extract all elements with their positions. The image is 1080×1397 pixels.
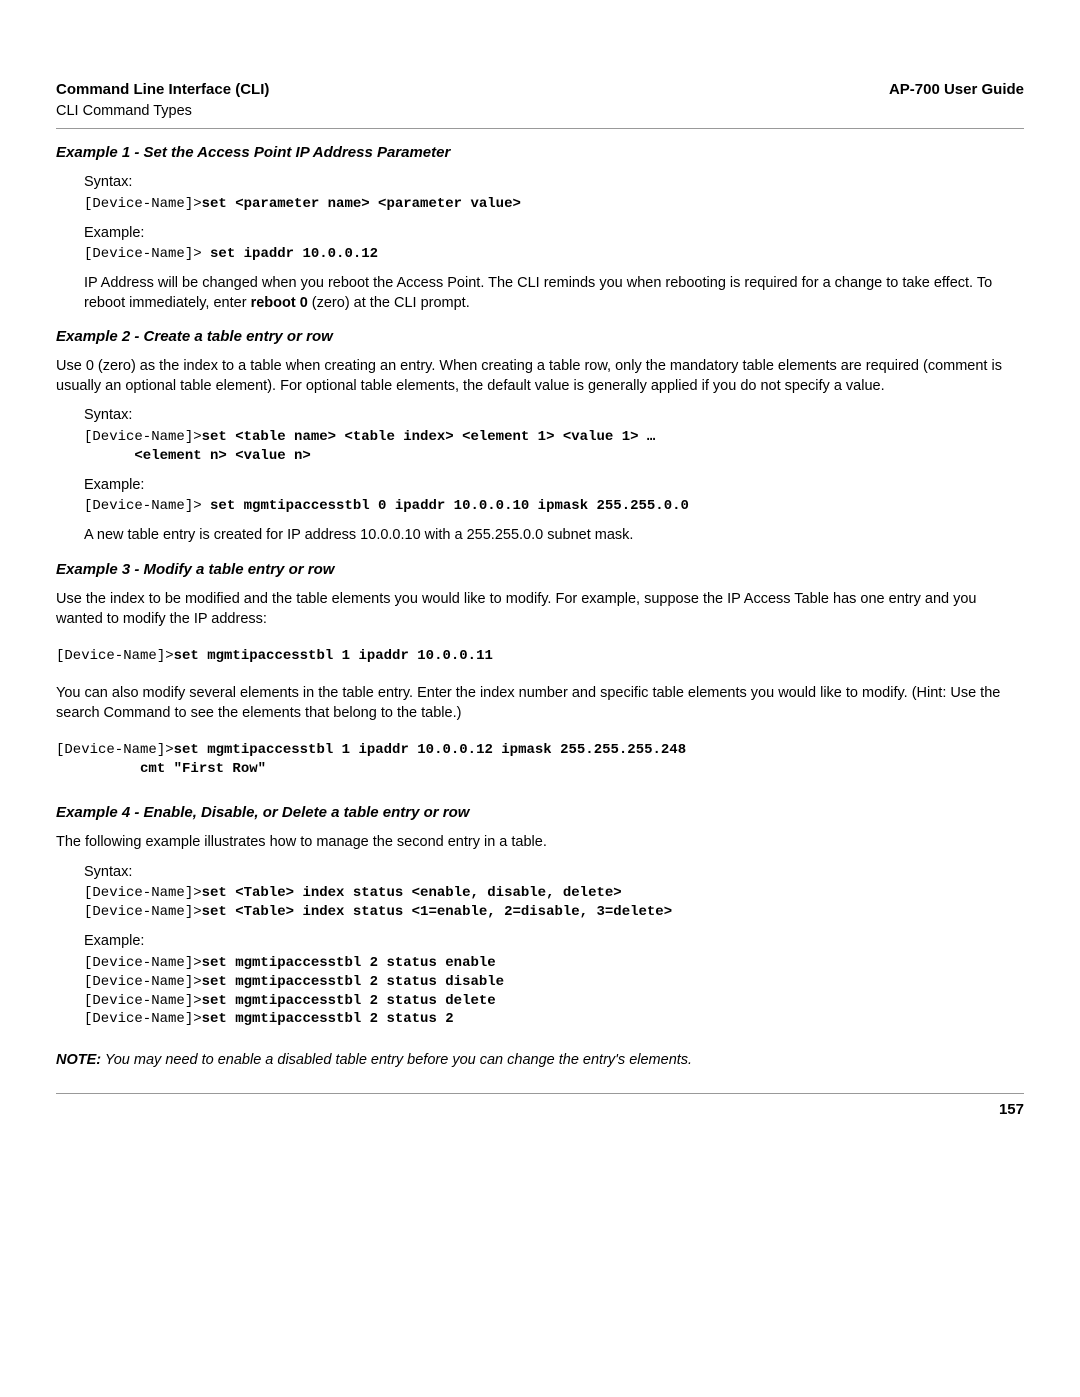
command-text: set mgmtipaccesstbl 1 ipaddr 10.0.0.12 i… (174, 742, 686, 758)
prompt: [Device-Name]> (84, 993, 202, 1009)
syntax-label: Syntax: (84, 173, 1024, 193)
command-line-2: cmt "First Row" (56, 760, 1024, 779)
example-line: [Device-Name]>set mgmtipaccesstbl 2 stat… (84, 992, 1024, 1011)
header-left: Command Line Interface (CLI) CLI Command… (56, 80, 269, 122)
prompt: [Device-Name]> (84, 974, 202, 990)
body-text: IP Address will be changed when you rebo… (84, 275, 992, 311)
prompt: [Device-Name]> (84, 1011, 202, 1027)
prompt: [Device-Name]> (84, 885, 202, 901)
command-block: [Device-Name]>set mgmtipaccesstbl 1 ipad… (56, 741, 1024, 779)
prompt: [Device-Name]> (84, 904, 202, 920)
command-text: set mgmtipaccesstbl 1 ipaddr 10.0.0.11 (174, 648, 493, 664)
syntax-line: [Device-Name]>set <parameter name> <para… (84, 195, 1024, 214)
header-rule (56, 128, 1024, 129)
prompt: [Device-Name]> (84, 196, 202, 212)
command-text: set mgmtipaccesstbl 2 status 2 (202, 1011, 454, 1027)
note: NOTE: You may need to enable a disabled … (56, 1051, 1024, 1071)
example-line: [Device-Name]>set mgmtipaccesstbl 2 stat… (84, 1010, 1024, 1029)
header-guide-title: AP-700 User Guide (889, 80, 1024, 100)
example-line: [Device-Name]>set mgmtipaccesstbl 2 stat… (84, 973, 1024, 992)
prompt: [Device-Name]> (84, 498, 210, 514)
command-text: set mgmtipaccesstbl 0 ipaddr 10.0.0.10 i… (210, 498, 689, 514)
command-text: set <table name> <table index> <element … (202, 429, 656, 445)
example-1-body: IP Address will be changed when you rebo… (84, 274, 1024, 313)
command-text: set ipaddr 10.0.0.12 (210, 246, 378, 262)
example-4-intro: The following example illustrates how to… (56, 833, 1024, 853)
example-line: [Device-Name]> set mgmtipaccesstbl 0 ipa… (84, 497, 1024, 516)
example-3-title: Example 3 - Modify a table entry or row (56, 560, 1024, 580)
example-line: [Device-Name]>set mgmtipaccesstbl 2 stat… (84, 954, 1024, 973)
command-line: [Device-Name]>set mgmtipaccesstbl 1 ipad… (56, 741, 1024, 760)
note-body: You may need to enable a disabled table … (101, 1052, 692, 1068)
page-number: 157 (56, 1100, 1024, 1120)
example-2-body: A new table entry is created for IP addr… (84, 526, 1024, 546)
example-2-intro: Use 0 (zero) as the index to a table whe… (56, 357, 1024, 396)
example-label: Example: (84, 224, 1024, 244)
example-3-mid: You can also modify several elements in … (56, 684, 1024, 723)
example-label: Example: (84, 476, 1024, 496)
example-3-intro: Use the index to be modified and the tab… (56, 590, 1024, 629)
example-2-title: Example 2 - Create a table entry or row (56, 327, 1024, 347)
footer-rule (56, 1093, 1024, 1094)
command-text: set <Table> index status <1=enable, 2=di… (202, 904, 672, 920)
header-title: Command Line Interface (CLI) (56, 80, 269, 100)
syntax-label: Syntax: (84, 863, 1024, 883)
command-text: set mgmtipaccesstbl 2 status delete (202, 993, 496, 1009)
command-text: set <Table> index status <enable, disabl… (202, 885, 622, 901)
header-subtitle: CLI Command Types (56, 102, 269, 122)
syntax-line: [Device-Name]>set <table name> <table in… (84, 428, 1024, 447)
example-line: [Device-Name]> set ipaddr 10.0.0.12 (84, 245, 1024, 264)
syntax-line-2: <element n> <value n> (84, 447, 1024, 466)
body-text: (zero) at the CLI prompt. (308, 295, 470, 311)
prompt: [Device-Name]> (84, 246, 210, 262)
syntax-line-2: [Device-Name]>set <Table> index status <… (84, 903, 1024, 922)
command-text: cmt "First Row" (56, 761, 266, 777)
example-1-title: Example 1 - Set the Access Point IP Addr… (56, 143, 1024, 163)
prompt: [Device-Name]> (84, 955, 202, 971)
command-block: [Device-Name]>set mgmtipaccesstbl 1 ipad… (56, 647, 1024, 666)
syntax-line: [Device-Name]>set <Table> index status <… (84, 884, 1024, 903)
command-text: <element n> <value n> (84, 448, 311, 464)
prompt: [Device-Name]> (84, 429, 202, 445)
page-header: Command Line Interface (CLI) CLI Command… (56, 80, 1024, 122)
example-4-title: Example 4 - Enable, Disable, or Delete a… (56, 803, 1024, 823)
command-text: set mgmtipaccesstbl 2 status enable (202, 955, 496, 971)
prompt: [Device-Name]> (56, 648, 174, 664)
syntax-label: Syntax: (84, 406, 1024, 426)
prompt: [Device-Name]> (56, 742, 174, 758)
example-label: Example: (84, 932, 1024, 952)
command-text: set <parameter name> <parameter value> (202, 196, 521, 212)
command-text: set mgmtipaccesstbl 2 status disable (202, 974, 504, 990)
note-label: NOTE: (56, 1052, 101, 1068)
reboot-command: reboot 0 (251, 295, 308, 311)
